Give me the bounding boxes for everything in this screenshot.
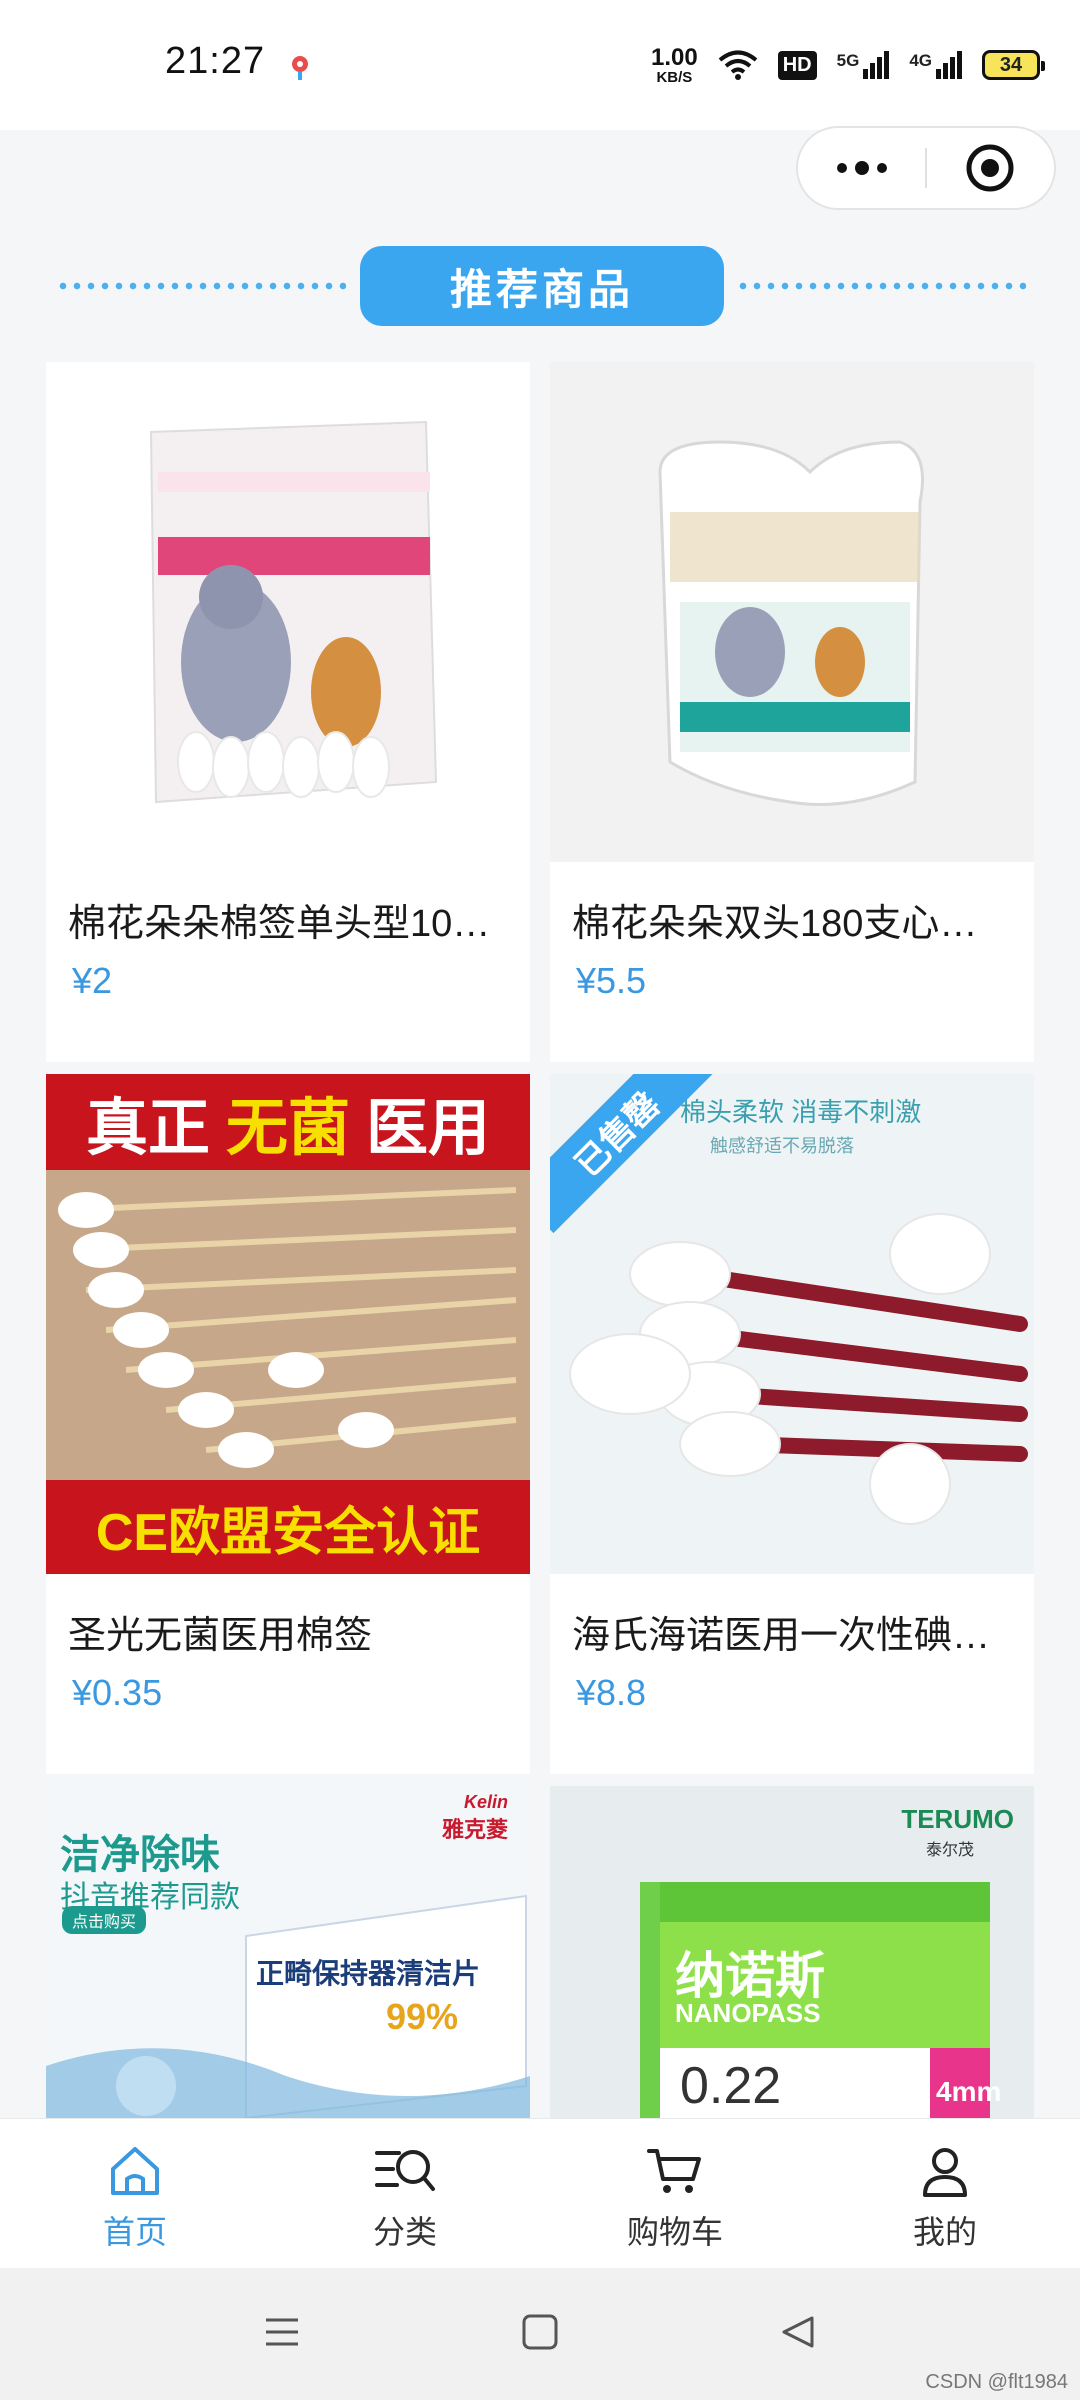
home-icon: [111, 2147, 159, 2195]
image-product-en: NANOPASS: [675, 1998, 821, 2028]
image-pack-title: 正畸保持器清洁片: [256, 1958, 481, 1989]
home-square-icon[interactable]: [520, 2312, 560, 2352]
image-percent: 99%: [386, 1996, 459, 2037]
hd-badge: HD: [777, 50, 817, 80]
product-price: ¥2: [72, 960, 113, 1001]
tab-profile[interactable]: 我的: [810, 2119, 1080, 2268]
product-card[interactable]: 洁净除味 抖音推荐同款 点击购买 Kelin 雅克菱 正畸保持器清洁片 99%: [46, 1786, 530, 2118]
image-banner-bottom: CE欧盟安全认证: [46, 1480, 530, 1574]
product-name: 棉花朵朵棉签单头型100支…: [68, 903, 508, 945]
product-image: [46, 362, 530, 862]
decor-dots-left: [56, 282, 346, 290]
status-time: 21:27: [165, 40, 266, 82]
tab-label: 购物车: [626, 2214, 723, 2250]
network-speed: 1.00 KB/S: [651, 43, 698, 86]
product-card[interactable]: 真正 无菌 医用 CE欧盟安全认证 圣光无菌医用棉签 ¥0.35: [46, 1074, 530, 1774]
cotton-swab-box-image: [658, 440, 924, 806]
back-triangle-icon[interactable]: [778, 2312, 818, 2352]
user-icon: [923, 2148, 967, 2197]
product-card[interactable]: 棉花朵朵棉签单头型100支… ¥2: [46, 362, 530, 1062]
product-image: 洁净除味 抖音推荐同款 点击购买 Kelin 雅克菱 正畸保持器清洁片 99%: [46, 1786, 530, 2118]
status-bar: 21:27 1.00 KB/S HD 5G 4G 34: [0, 0, 1080, 130]
product-card[interactable]: 棉花朵朵双头180支心形盒… ¥5.5: [550, 362, 1034, 1062]
image-size: 0.22: [680, 2057, 782, 2115]
system-nav-bar: CSDN @flt1984: [0, 2268, 1080, 2400]
cart-icon: [647, 2149, 701, 2193]
cotton-swab-bag-image: [149, 420, 438, 804]
image-banner-top: 真正 无菌 医用: [46, 1074, 530, 1170]
bottom-tab-bar: 首页 分类 购物车 我的: [0, 2118, 1080, 2268]
tab-category[interactable]: 分类: [270, 2119, 540, 2268]
decor-dots-right: [736, 282, 1026, 290]
more-dots-icon: [836, 161, 887, 175]
close-miniprogram-button[interactable]: [927, 128, 1054, 208]
tab-label: 分类: [372, 2214, 437, 2250]
product-price: ¥8.8: [576, 1672, 647, 1713]
product-price: ¥0.35: [72, 1672, 163, 1713]
signal-5g-icon: 5G: [837, 51, 890, 79]
product-image: [550, 362, 1034, 862]
product-card[interactable]: TERUMO 泰尔茂 纳诺斯 NANOPASS 0.22 4mm: [550, 1786, 1034, 2118]
tab-label: 首页: [102, 2214, 167, 2250]
section-title: 推荐商品: [360, 246, 724, 326]
product-name: 棉花朵朵双头180支心形盒…: [572, 903, 1012, 945]
tab-home[interactable]: 首页: [0, 2119, 270, 2268]
tab-cart[interactable]: 购物车: [540, 2119, 810, 2268]
battery-icon: 34: [982, 50, 1045, 80]
product-image: 真正 无菌 医用 CE欧盟安全认证: [46, 1074, 530, 1574]
more-button[interactable]: [798, 128, 925, 208]
product-name: 海氏海诺医用一次性碘伏棉签: [572, 1615, 1012, 1657]
product-price: ¥5.5: [576, 960, 647, 1001]
location-icon: [292, 56, 308, 80]
category-search-icon: [375, 2150, 435, 2191]
watermark: CSDN @flt1984: [925, 2371, 1068, 2393]
status-icons: 1.00 KB/S HD 5G 4G 34: [651, 40, 1045, 90]
target-close-icon: [966, 144, 1014, 192]
product-image: 棉头柔软 消毒不刺激 触感舒适不易脱落 已售罄: [550, 1074, 1034, 1574]
menu-icon[interactable]: [262, 2312, 302, 2352]
product-card[interactable]: 棉头柔软 消毒不刺激 触感舒适不易脱落 已售罄 海氏海诺医用一次性碘伏棉签 ¥8…: [550, 1074, 1034, 1774]
tab-label: 我的: [912, 2214, 977, 2250]
wifi-icon: [718, 50, 758, 80]
capsule-menu: [796, 126, 1056, 210]
product-name: 圣光无菌医用棉签: [68, 1615, 373, 1657]
section-header: 推荐商品: [0, 240, 1080, 330]
image-length: 4mm: [936, 2076, 1002, 2107]
swab-bundle-image: [58, 1187, 517, 1468]
signal-4g-icon: 4G: [909, 51, 962, 79]
product-image: TERUMO 泰尔茂 纳诺斯 NANOPASS 0.22 4mm: [550, 1786, 1034, 2118]
